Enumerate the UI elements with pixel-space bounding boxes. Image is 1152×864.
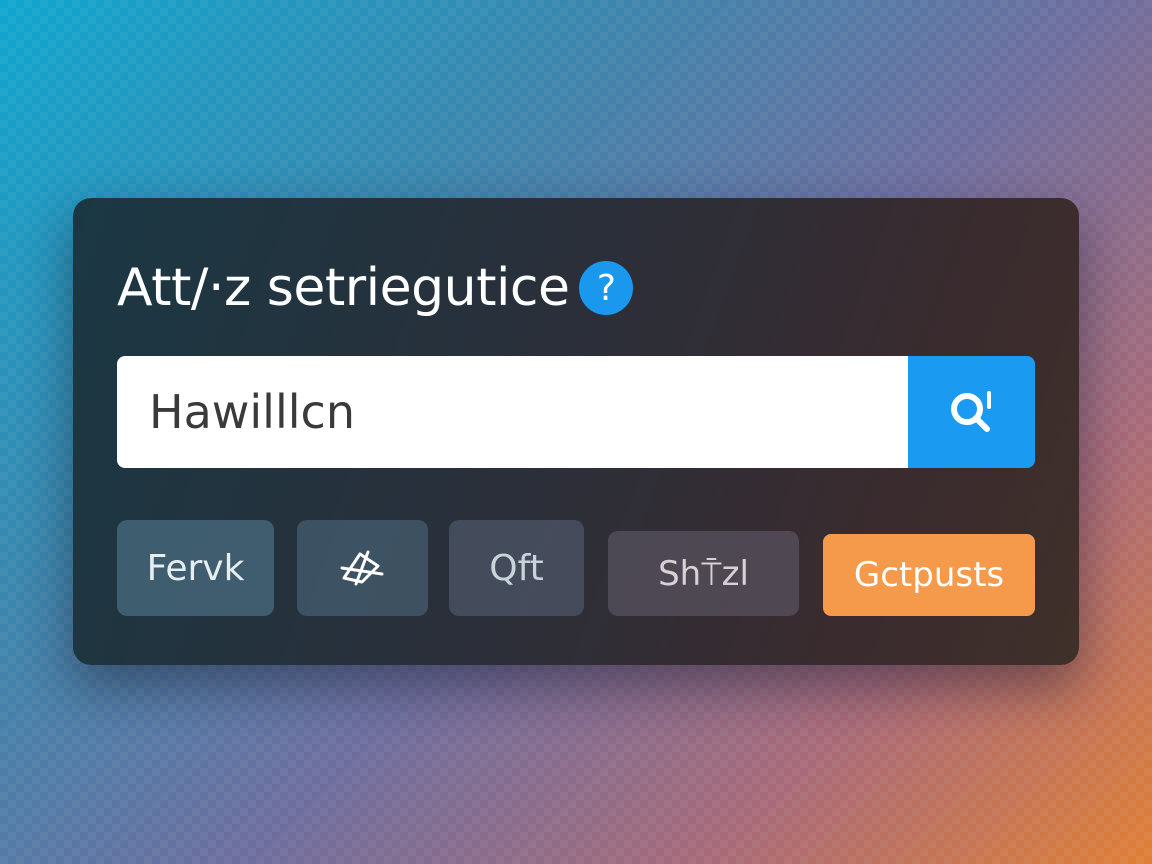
gctpusts-button-label: Gctpusts	[853, 555, 1005, 595]
fervk-button-label: Fervk	[146, 547, 245, 589]
search-bar	[117, 356, 1035, 468]
help-icon[interactable]: ?	[579, 261, 634, 315]
icon-button[interactable]	[297, 520, 428, 616]
panel-title: Att/·z setriegutice	[117, 258, 570, 318]
panel-header: Att/·z setriegutice ?	[117, 256, 634, 320]
qft-button[interactable]: Qft	[449, 520, 584, 616]
crossed-shapes-icon	[340, 550, 383, 586]
search-panel: Att/·z setriegutice ? Fervk Qft	[73, 198, 1079, 665]
fervk-button[interactable]: Fervk	[117, 520, 274, 616]
search-input[interactable]	[117, 356, 908, 468]
gctpusts-button[interactable]: Gctpusts	[823, 534, 1035, 616]
shrzl-button[interactable]: Sh⍑zl	[608, 531, 799, 616]
qft-button-label: Qft	[489, 547, 544, 589]
action-buttons: Fervk Qft Sh⍑zl Gctpusts	[117, 520, 1035, 620]
shrzl-button-label: Sh⍑zl	[658, 553, 749, 594]
search-icon	[950, 391, 991, 432]
search-button[interactable]	[908, 356, 1035, 468]
